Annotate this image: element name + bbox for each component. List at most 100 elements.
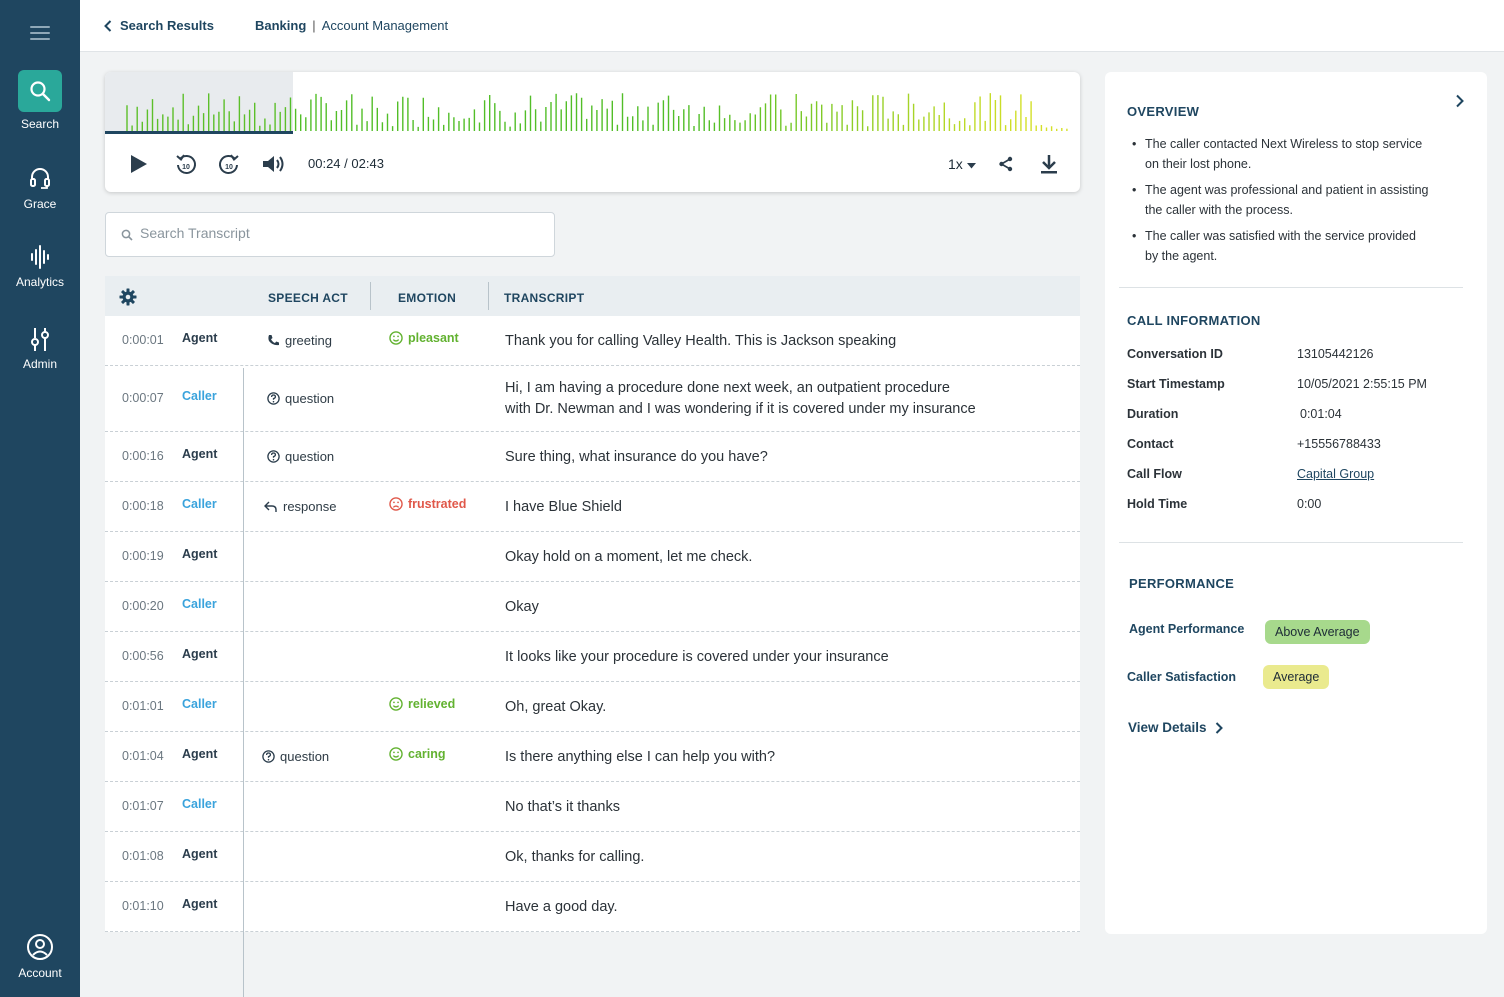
row-timestamp[interactable]: 0:00:18: [122, 499, 164, 513]
forward-10-icon[interactable]: 10: [218, 152, 240, 176]
waveform-icon: [31, 245, 49, 269]
transcript-table-header: SPEECH ACT EMOTION TRANSCRIPT: [105, 276, 1080, 316]
header-transcript[interactable]: TRANSCRIPT: [504, 291, 584, 305]
header-speech-act[interactable]: SPEECH ACT: [268, 291, 348, 305]
row-timestamp[interactable]: 0:01:04: [122, 749, 164, 763]
chevron-right-icon: [1215, 721, 1223, 734]
row-timestamp[interactable]: 0:01:10: [122, 899, 164, 913]
search-icon: [121, 229, 133, 241]
sidebar-item-admin[interactable]: Admin: [0, 326, 80, 371]
sidebar-item-analytics[interactable]: Analytics: [0, 244, 80, 289]
row-timestamp[interactable]: 0:00:20: [122, 599, 164, 613]
view-details-link[interactable]: View Details: [1128, 720, 1223, 735]
row-speaker: Caller: [182, 389, 217, 403]
table-row[interactable]: 0:01:04 Agent question caring Is there anyth…: [105, 732, 1080, 782]
sliders-icon: [31, 328, 49, 351]
call-info-value: 0:00: [1297, 497, 1322, 511]
sidebar-item-label: Account: [18, 966, 62, 980]
table-row[interactable]: 0:00:19 Agent Okay hold on a moment, let m…: [105, 532, 1080, 582]
agent-performance-badge: Above Average: [1265, 620, 1370, 644]
back-to-search-results-link[interactable]: Search Results: [104, 18, 214, 33]
speech-act-label: response: [283, 499, 337, 514]
table-row[interactable]: 0:00:16 Agent question Sure thing, what ins…: [105, 432, 1080, 482]
row-transcript-text: Okay: [505, 599, 539, 615]
row-speaker: Caller: [182, 797, 217, 811]
smile-icon: [389, 697, 403, 711]
row-transcript-text: Hi, I am having a procedure done next we…: [505, 378, 976, 420]
table-row[interactable]: 0:01:10 Agent Have a good day.: [105, 882, 1080, 932]
row-transcript-text: Thank you for calling Valley Health. Thi…: [505, 333, 897, 349]
row-transcript-text: Is there anything else I can help you wi…: [505, 749, 776, 765]
share-icon[interactable]: [998, 156, 1014, 172]
account-icon: [27, 934, 53, 960]
sidebar-item-account[interactable]: Account: [0, 933, 80, 980]
volume-icon[interactable]: [262, 154, 286, 174]
smile-icon: [389, 747, 403, 761]
row-speaker: Caller: [182, 597, 217, 611]
row-speaker: Agent: [182, 547, 218, 561]
rewind-10-icon[interactable]: 10: [175, 152, 197, 176]
sidebar-item-grace[interactable]: Grace: [0, 166, 80, 211]
row-timestamp[interactable]: 0:00:16: [122, 449, 164, 463]
transcript-line: Hi, I am having a procedure done next we…: [505, 380, 950, 396]
row-emotion: caring: [389, 747, 446, 761]
column-divider: [370, 282, 371, 310]
table-row[interactable]: 0:00:07 Caller question Hi, I am having a p…: [105, 366, 1080, 432]
playback-time: 00:24 / 02:43: [308, 156, 384, 171]
table-row[interactable]: 0:00:01 Agent greeting pleasant Thank you fo…: [105, 316, 1080, 366]
row-speaker: Caller: [182, 697, 217, 711]
chevron-right-icon[interactable]: [1455, 94, 1465, 108]
table-row[interactable]: 0:00:20 Caller Okay: [105, 582, 1080, 632]
row-timestamp[interactable]: 0:01:07: [122, 799, 164, 813]
row-speech-act: question: [262, 749, 329, 764]
back-label: Search Results: [120, 18, 214, 33]
table-row[interactable]: 0:01:07 Caller No that’s it thanks: [105, 782, 1080, 832]
performance-title: PERFORMANCE: [1129, 576, 1235, 591]
call-info-title: CALL INFORMATION: [1127, 313, 1261, 328]
row-speaker: Caller: [182, 497, 217, 511]
search-transcript-input[interactable]: [140, 225, 540, 241]
download-icon[interactable]: [1040, 154, 1058, 174]
breadcrumb: Banking | Account Management: [255, 18, 448, 33]
smile-icon: [389, 331, 403, 345]
sidebar-item-label: Search: [20, 117, 60, 131]
hamburger-menu-icon[interactable]: [30, 26, 50, 40]
row-timestamp[interactable]: 0:00:01: [122, 333, 164, 347]
playback-speed-dropdown[interactable]: 1x: [948, 156, 976, 172]
table-row[interactable]: 0:01:08 Agent Ok, thanks for calling.: [105, 832, 1080, 882]
table-row[interactable]: 0:01:01 Caller relieved Oh, great Okay.: [105, 682, 1080, 732]
row-speaker: Agent: [182, 747, 218, 761]
overview-bullet: The caller was satisfied with the servic…: [1127, 226, 1457, 266]
emotion-label: frustrated: [408, 497, 467, 511]
overview-title: OVERVIEW: [1127, 104, 1200, 119]
svg-text:10: 10: [182, 164, 190, 171]
gear-icon[interactable]: [119, 288, 137, 306]
agent-performance-label: Agent Performance: [1129, 622, 1245, 636]
row-timestamp[interactable]: 0:00:56: [122, 649, 164, 663]
row-timestamp[interactable]: 0:01:01: [122, 699, 164, 713]
play-icon[interactable]: [130, 154, 148, 174]
sidebar-item-search[interactable]: Search: [0, 70, 80, 131]
row-transcript-text: No that’s it thanks: [505, 799, 620, 815]
table-row[interactable]: 0:00:18 Caller response frustrated I have Bl…: [105, 482, 1080, 532]
row-transcript-text: Ok, thanks for calling.: [505, 849, 645, 865]
question-icon: [262, 750, 275, 763]
search-icon: [18, 70, 62, 112]
bullet-line: on their lost phone.: [1145, 157, 1252, 171]
table-row[interactable]: 0:00:56 Agent It looks like your procedure…: [105, 632, 1080, 682]
call-flow-link[interactable]: Capital Group: [1297, 467, 1374, 481]
waveform[interactable]: [105, 72, 1080, 134]
waveform-bars: [126, 93, 1068, 131]
header-emotion[interactable]: EMOTION: [398, 291, 456, 305]
emotion-label: caring: [408, 747, 446, 761]
call-info-value: 10/05/2021 2:55:15 PM: [1297, 377, 1427, 391]
sidebar: Search Grace Analytics Admin Account: [0, 0, 80, 997]
row-transcript-text: It looks like your procedure is covered …: [505, 649, 889, 665]
row-timestamp[interactable]: 0:00:07: [122, 391, 164, 405]
sidebar-item-label: Analytics: [15, 275, 65, 289]
bullet-line: The caller was satisfied with the servic…: [1145, 229, 1416, 243]
row-timestamp[interactable]: 0:00:19: [122, 549, 164, 563]
row-timestamp[interactable]: 0:01:08: [122, 849, 164, 863]
timeline-divider: [243, 368, 244, 997]
bullet-line: the caller with the process.: [1145, 203, 1293, 217]
